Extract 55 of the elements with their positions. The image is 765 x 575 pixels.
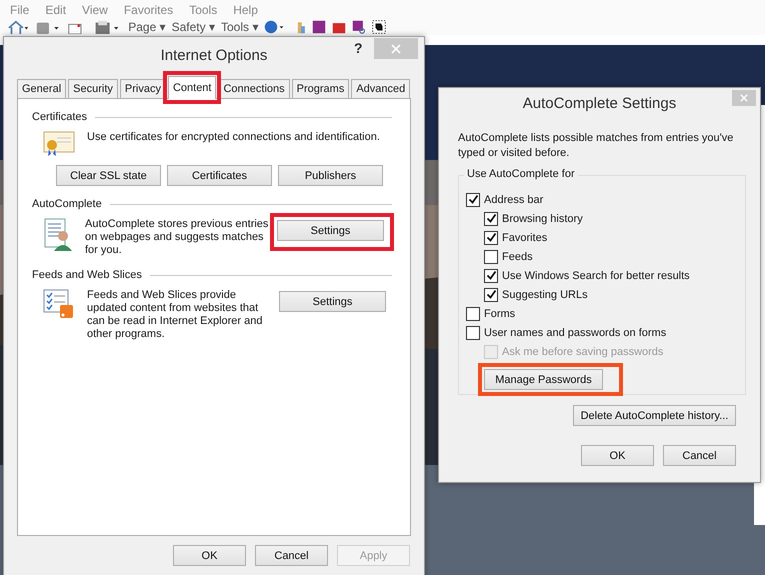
toolbar-menu[interactable]: Safety ▾: [172, 20, 215, 34]
checkbox-label: Feeds: [502, 250, 533, 262]
settings-button[interactable]: Settings: [279, 291, 386, 312]
checkbox-label: Favorites: [502, 232, 548, 244]
settings-button[interactable]: Settings: [277, 220, 384, 241]
window-title: Internet Options: [160, 46, 268, 64]
close-icon: [740, 94, 748, 102]
dialog-button[interactable]: OK: [173, 545, 246, 566]
section-title: Feeds and Web Slices: [32, 269, 142, 281]
document-person-icon: [43, 218, 73, 252]
checkbox[interactable]: [484, 288, 498, 302]
close-icon: [391, 44, 401, 54]
section-title: AutoComplete: [32, 198, 102, 210]
section-description: Feeds and Web Slices provide updated content from websites that can be read in Internet Explorer and other programs.: [87, 289, 264, 341]
tab[interactable]: Connections: [218, 79, 290, 98]
toolbar-menu[interactable]: Tools ▾: [220, 20, 258, 34]
window-title: AutoComplete Settings: [522, 94, 676, 112]
home-icon[interactable]: [8, 20, 29, 34]
checkbox[interactable]: [466, 192, 480, 206]
checkbox[interactable]: [484, 230, 498, 244]
help-button[interactable]: ?: [354, 40, 363, 56]
app-icon[interactable]: [332, 20, 346, 34]
tab[interactable]: Privacy: [120, 79, 166, 98]
checkbox-label: Address bar: [484, 194, 544, 206]
checkbox-label: Ask me before saving passwords: [502, 346, 664, 358]
dialog-button[interactable]: Certificates: [167, 165, 272, 186]
checkbox-label: Use Windows Search for better results: [502, 270, 690, 282]
delete-history-button[interactable]: Delete AutoComplete history...: [573, 405, 736, 426]
tab[interactable]: Security: [68, 79, 118, 98]
checkbox-label: Suggesting URLs: [502, 288, 588, 300]
dialog-button[interactable]: Cancel: [663, 445, 736, 466]
toolbar-menu[interactable]: Page ▾: [128, 20, 166, 34]
section-description: Use certificates for encrypted connections and identification.: [87, 131, 380, 143]
certificate-icon: [43, 131, 75, 157]
checkbox[interactable]: [484, 250, 498, 264]
dialog-button[interactable]: Cancel: [255, 545, 328, 566]
feed-list-icon: [43, 289, 75, 319]
dialog-button[interactable]: OK: [581, 445, 654, 466]
dialog-button[interactable]: Publishers: [278, 165, 383, 186]
intro-text: AutoComplete lists possible matches from entries you've typed or visited before.: [458, 131, 734, 161]
tab[interactable]: Advanced: [351, 79, 410, 98]
checkbox-label: Browsing history: [502, 212, 583, 224]
tab[interactable]: General: [17, 79, 66, 98]
checkbox-label: Forms: [484, 308, 516, 320]
dialog-button[interactable]: Clear SSL state: [56, 165, 161, 186]
checkbox[interactable]: [466, 306, 480, 320]
manage-passwords-button[interactable]: Manage Passwords: [484, 369, 603, 390]
section-description: AutoComplete stores previous entries on webpages and suggests matches for you.: [85, 218, 270, 257]
group-title: Use AutoComplete for: [464, 168, 578, 180]
checkbox[interactable]: [484, 212, 498, 226]
checkbox[interactable]: [466, 326, 480, 340]
checkbox[interactable]: [484, 268, 498, 282]
tab[interactable]: Programs: [292, 79, 350, 98]
checkbox-label: User names and passwords on forms: [484, 326, 666, 338]
section-title: Certificates: [32, 111, 88, 123]
